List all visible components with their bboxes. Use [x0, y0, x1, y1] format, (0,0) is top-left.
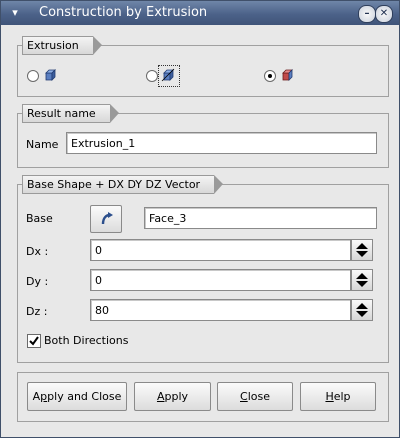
minimize-icon[interactable]: – — [358, 5, 376, 23]
dy-spinner[interactable] — [351, 269, 373, 291]
extrude-dxdydz-icon — [45, 69, 56, 81]
spinner-arrows-icon — [356, 303, 368, 317]
name-field[interactable]: Extrusion_1 — [66, 132, 377, 154]
help-button[interactable]: Help — [300, 382, 376, 411]
both-directions-label: Both Directions — [44, 334, 129, 347]
both-directions-checkbox[interactable] — [27, 334, 41, 348]
apply-and-close-button[interactable]: Apply and Close — [27, 382, 127, 411]
base-field[interactable]: Face_3 — [144, 207, 377, 229]
extrusion-option-2-radio[interactable] — [146, 70, 158, 82]
extrusion-option-3-radio[interactable] — [264, 70, 276, 82]
result-name-group: Result name Name Extrusion_1 — [17, 104, 389, 168]
base-shape-group: Base Shape + DX DY DZ Vector Base Face_3… — [17, 175, 389, 363]
dz-spinner[interactable] — [351, 299, 373, 321]
dx-label: Dx : — [26, 245, 49, 258]
close-button[interactable]: Close — [217, 382, 293, 411]
selection-arrow-icon — [101, 212, 113, 225]
extrusion-tab: Extrusion — [22, 36, 102, 55]
base-shape-tab: Base Shape + DX DY DZ Vector — [22, 175, 224, 194]
check-icon — [29, 336, 39, 346]
window-menu-icon[interactable]: ▾ — [7, 5, 23, 21]
window-title: Construction by Extrusion — [39, 5, 208, 20]
dy-label: Dy : — [26, 275, 49, 288]
extrude-dxdydz-both-icon — [282, 69, 293, 81]
dx-field[interactable]: 0 — [90, 239, 351, 261]
result-name-tab: Result name — [22, 104, 119, 123]
extrude-vector-icon — [161, 68, 175, 82]
base-label: Base — [26, 212, 53, 225]
dy-field[interactable]: 0 — [90, 269, 351, 291]
apply-button[interactable]: Apply — [134, 382, 211, 411]
title-bar[interactable]: ▾ Construction by Extrusion – ✕ — [1, 1, 399, 25]
dz-label: Dz : — [26, 305, 48, 318]
spinner-arrows-icon — [356, 243, 368, 257]
close-icon[interactable]: ✕ — [375, 5, 393, 23]
dz-field[interactable]: 80 — [90, 299, 351, 321]
extrusion-group: Extrusion — [17, 36, 389, 97]
spinner-arrows-icon — [356, 273, 368, 287]
extrusion-option-1-radio[interactable] — [27, 70, 39, 82]
dialog-window: ▾ Construction by Extrusion – ✕ Extrusio… — [0, 0, 400, 438]
dx-spinner[interactable] — [351, 239, 373, 261]
name-label: Name — [26, 138, 59, 151]
select-base-button[interactable] — [90, 205, 122, 233]
